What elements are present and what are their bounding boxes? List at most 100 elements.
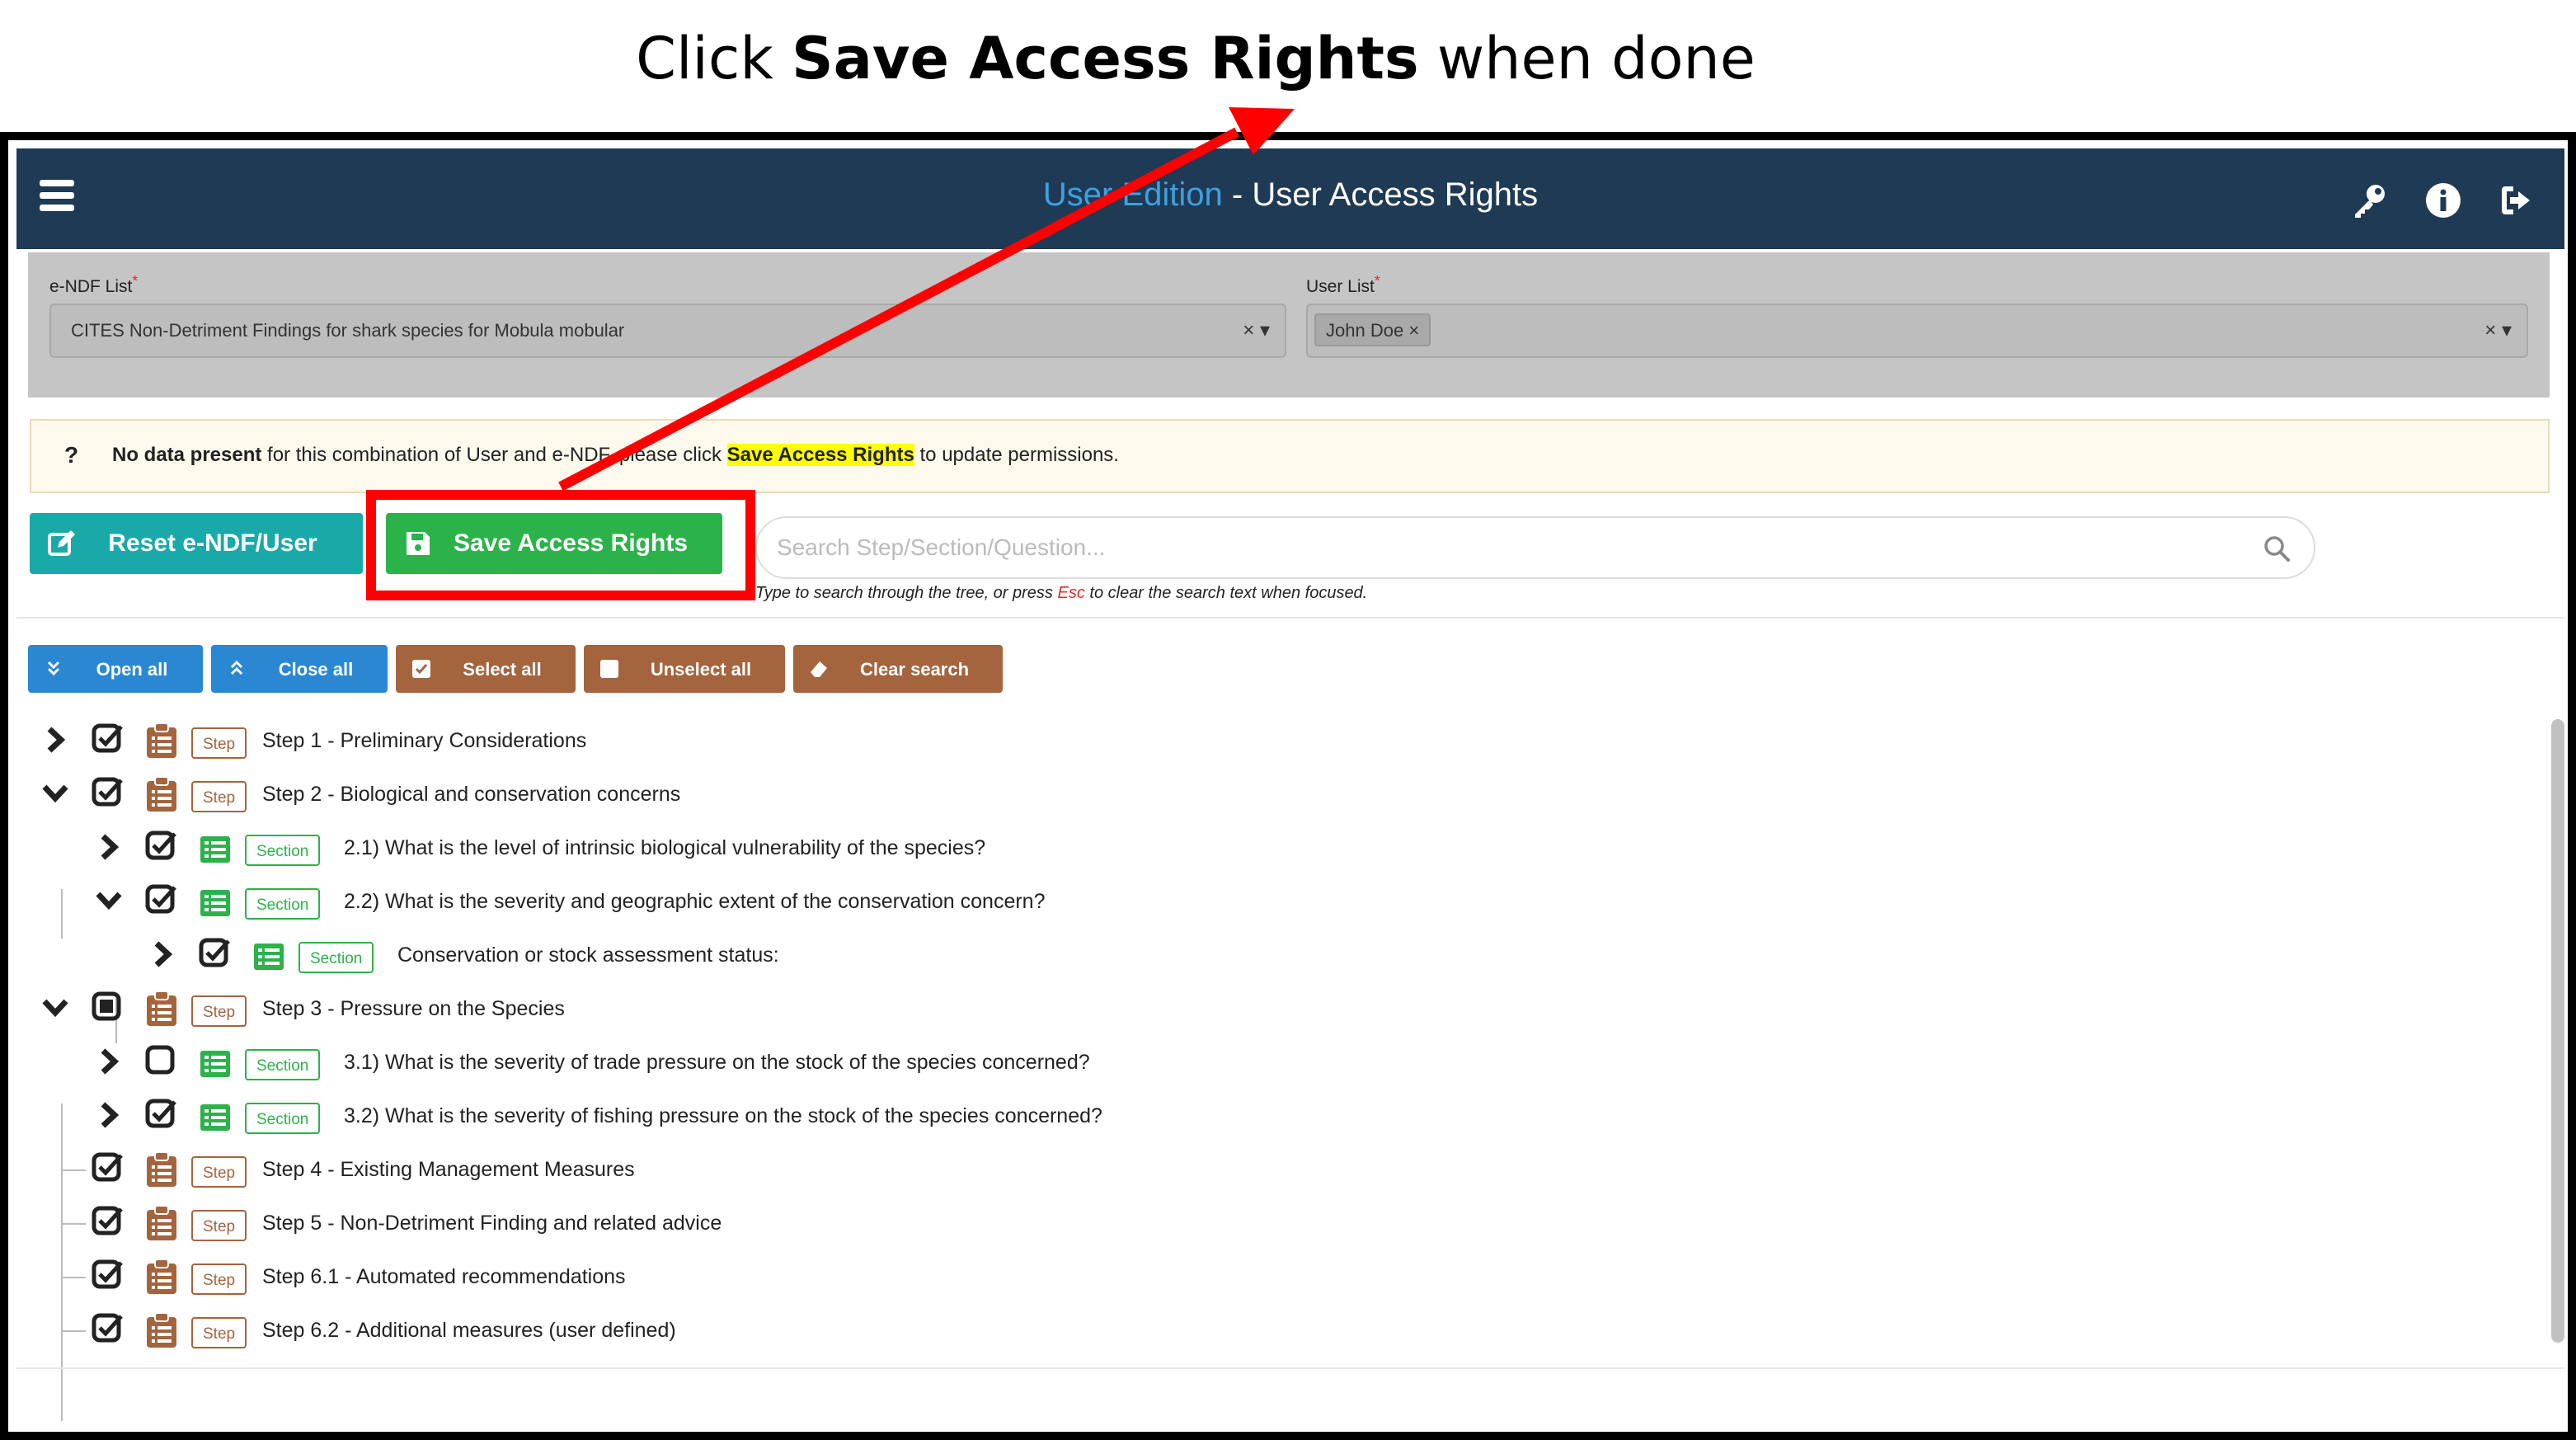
chevron-down-icon[interactable]: ▾ <box>2502 319 2512 341</box>
tree-connector <box>61 1169 86 1171</box>
checkbox-checked-icon[interactable] <box>144 883 177 916</box>
checkbox-empty-icon[interactable] <box>144 1044 177 1077</box>
tree-scrollbar[interactable] <box>2551 719 2564 1343</box>
section-badge: Section <box>245 1103 321 1134</box>
list-icon <box>200 836 230 863</box>
section-badge: Section <box>298 942 374 973</box>
tree-connector <box>61 1277 86 1278</box>
tree-row[interactable]: Step Step 3 - Pressure on the Species <box>16 986 2408 1032</box>
chevron-down-icon[interactable] <box>41 994 69 1022</box>
clear-icon[interactable]: × <box>1243 319 1254 341</box>
top-navbar: User Edition - User Access Rights <box>16 148 2564 249</box>
reset-endf-user-button[interactable]: Reset e-NDF/User <box>30 513 363 574</box>
tree-row-label: 3.2) What is the severity of fishing pre… <box>344 1104 1102 1127</box>
tree-row-label: Step 6.2 - Additional measures (user def… <box>262 1319 676 1342</box>
info-icon[interactable] <box>2424 181 2462 219</box>
divider <box>16 1367 2564 1369</box>
chevron-down-icon[interactable] <box>95 887 123 915</box>
filter-panel: e-NDF List* CITES Non-Detriment Findings… <box>28 252 2550 398</box>
clipboard-icon <box>147 776 176 812</box>
reset-button-label: Reset e-NDF/User <box>108 529 317 557</box>
checkbox-checked-icon[interactable] <box>91 722 124 755</box>
chevron-down-icon[interactable]: ▾ <box>1260 319 1270 341</box>
clear-search-button[interactable]: Clear search <box>793 645 1003 693</box>
search-input[interactable] <box>777 531 2245 564</box>
page-title: User Edition - User Access Rights <box>16 176 2564 214</box>
step-badge: Step <box>191 781 247 812</box>
step-badge: Step <box>191 1210 247 1241</box>
chevron-down-icon[interactable] <box>41 779 69 807</box>
tree-row-label: Step 5 - Non-Detriment Finding and relat… <box>262 1212 722 1235</box>
checkbox-checked-icon[interactable] <box>91 1259 124 1292</box>
checkbox-checked-icon[interactable] <box>144 830 177 863</box>
question-icon: ? <box>64 442 79 468</box>
checkbox-checked-icon[interactable] <box>91 1205 124 1238</box>
tree-row[interactable]: Step Step 4 - Existing Management Measure… <box>16 1146 2408 1193</box>
tree-connector <box>61 1330 86 1332</box>
tree-row-label: 2.2) What is the severity and geographic… <box>344 890 1046 913</box>
caption-prefix: Click <box>636 25 773 92</box>
search-icon[interactable] <box>2263 534 2291 562</box>
list-icon <box>254 944 284 970</box>
clipboard-icon <box>147 1205 176 1240</box>
key-icon[interactable] <box>2350 181 2388 219</box>
checkbox-checked-icon[interactable] <box>91 1312 124 1345</box>
chevron-right-icon[interactable] <box>95 833 123 861</box>
checkbox-checked-icon[interactable] <box>91 776 124 809</box>
clipboard-icon <box>147 1151 176 1187</box>
chevron-right-icon[interactable] <box>148 940 176 968</box>
checkbox-partial-icon[interactable] <box>91 991 124 1024</box>
tree-row[interactable]: Section Conservation or stock assessment … <box>16 932 2408 978</box>
step-badge: Step <box>191 1317 247 1348</box>
page-title-subsection: - User Access Rights <box>1222 176 1539 213</box>
save-button-highlight <box>366 490 755 600</box>
tree-row-label: Step 6.1 - Automated recommendations <box>262 1265 626 1288</box>
tree-row[interactable]: Step Step 2 - Biological and conservation… <box>16 771 2408 817</box>
user-select-controls[interactable]: × ▾ <box>2484 318 2512 342</box>
chevron-right-icon[interactable] <box>95 1047 123 1075</box>
tree-row[interactable]: Section 2.2) What is the severity and geo… <box>16 878 2408 925</box>
chip-remove-icon[interactable]: × <box>1408 320 1419 341</box>
user-select[interactable]: John Doe × × ▾ <box>1306 304 2528 358</box>
user-chip: John Doe × <box>1314 313 1431 346</box>
tree-row[interactable]: Step Step 6.1 - Automated recommendations <box>16 1254 2408 1300</box>
list-icon <box>200 1051 230 1077</box>
tree-row-label: Conservation or stock assessment status: <box>397 944 779 967</box>
tree-row-label: 2.1) What is the level of intrinsic biol… <box>344 836 986 859</box>
tree-row[interactable]: Step Step 5 - Non-Detriment Finding and r… <box>16 1200 2408 1246</box>
caption-bold: Save Access Rights <box>792 25 1419 92</box>
tree-row[interactable]: Step Step 1 - Preliminary Considerations <box>16 718 2408 764</box>
no-data-notice: ? No data present for this combination o… <box>30 419 2550 493</box>
clipboard-icon <box>147 722 176 758</box>
chevron-right-icon[interactable] <box>95 1101 123 1129</box>
open-all-button[interactable]: Open all <box>28 645 203 693</box>
user-list-label: User List* <box>1306 272 1380 296</box>
endf-select[interactable]: CITES Non-Detriment Findings for shark s… <box>49 304 1286 358</box>
tree-search <box>755 516 2315 579</box>
endf-select-controls[interactable]: × ▾ <box>1243 318 1270 342</box>
tree-connector <box>61 1223 86 1225</box>
logout-icon[interactable] <box>2498 181 2536 219</box>
section-badge: Section <box>245 835 321 866</box>
select-all-button[interactable]: Select all <box>396 645 576 693</box>
tree-row-label: Step 2 - Biological and conservation con… <box>262 783 681 806</box>
tree-row[interactable]: Section 3.2) What is the severity of fish… <box>16 1093 2408 1139</box>
tree-row[interactable]: Section 3.1) What is the severity of trad… <box>16 1039 2408 1085</box>
clear-icon[interactable]: × <box>2484 319 2496 341</box>
unselect-all-button[interactable]: Unselect all <box>584 645 785 693</box>
endf-select-value: CITES Non-Detriment Findings for shark s… <box>71 320 625 341</box>
tree-row-label: Step 3 - Pressure on the Species <box>262 997 565 1020</box>
tree-row[interactable]: Step Step 6.2 - Additional measures (user… <box>16 1307 2408 1353</box>
tree-row[interactable]: Section 2.1) What is the level of intrins… <box>16 825 2408 871</box>
tree-row-label: Step 4 - Existing Management Measures <box>262 1158 635 1181</box>
chevron-right-icon[interactable] <box>41 726 69 754</box>
checkbox-checked-icon[interactable] <box>144 1098 177 1131</box>
section-badge: Section <box>245 888 321 920</box>
notice-text: No data present for this combination of … <box>112 444 1119 466</box>
close-all-button[interactable]: Close all <box>211 645 388 693</box>
step-badge: Step <box>191 1264 247 1295</box>
tree-row-label: Step 1 - Preliminary Considerations <box>262 729 587 752</box>
access-tree: Step Step 1 - Preliminary Considerations S… <box>16 718 2523 1432</box>
checkbox-checked-icon[interactable] <box>91 1151 124 1184</box>
checkbox-checked-icon[interactable] <box>198 937 231 970</box>
